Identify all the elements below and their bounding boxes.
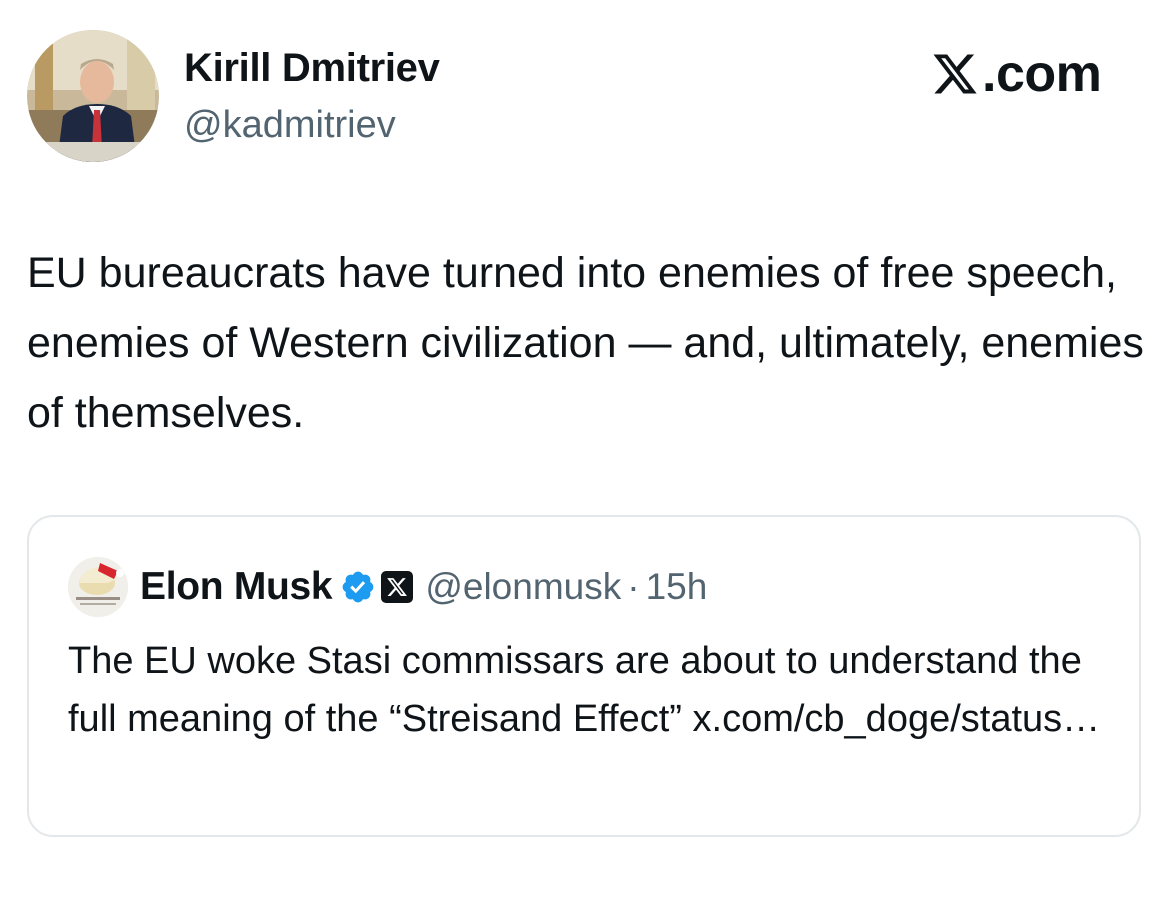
x-affiliate-badge-icon <box>381 571 414 603</box>
quoted-timestamp[interactable]: 15h <box>646 566 708 608</box>
author-name[interactable]: Kirill Dmitriev <box>184 46 440 91</box>
verified-badge-icon <box>342 571 374 603</box>
x-logo-icon <box>933 54 977 94</box>
author-avatar[interactable] <box>27 30 159 162</box>
separator-dot: · <box>627 566 640 607</box>
brand-logo: .com <box>930 45 1102 103</box>
author-handle[interactable]: @kadmitriev <box>184 104 396 147</box>
quoted-tweet-text: The EU woke Stasi commissars are about t… <box>68 640 1101 740</box>
brand-text: .com <box>982 45 1102 103</box>
quoted-tweet-card[interactable]: Elon Musk @elonmusk · 15h The EU woke St… <box>27 515 1141 837</box>
tweet-text: EU bureaucrats have turned into enemies … <box>27 249 1144 437</box>
quoted-author-handle[interactable]: @elonmusk <box>425 566 621 608</box>
quoted-tweet-header: Elon Musk @elonmusk · 15h <box>140 561 707 613</box>
quoted-author-avatar[interactable] <box>68 557 128 617</box>
quoted-author-name[interactable]: Elon Musk <box>140 565 333 609</box>
